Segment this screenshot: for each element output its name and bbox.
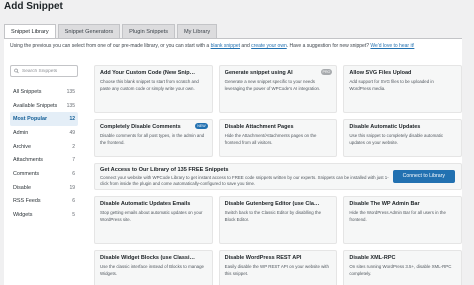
category-label: All Snippets xyxy=(13,88,42,95)
snippet-row: Add Your Custom Code (New Snippet) Choose… xyxy=(94,65,463,113)
tab-plugin-snippets[interactable]: Plugin Snippets xyxy=(122,24,176,38)
category-label: RSS Feeds xyxy=(13,198,41,205)
category-label: Attachments xyxy=(13,157,43,164)
category-item[interactable]: Comments 6 xyxy=(10,167,78,181)
category-count: 5 xyxy=(72,212,75,219)
connect-to-library-button[interactable]: Connect to Library xyxy=(392,170,455,183)
category-count: 7 xyxy=(72,157,75,164)
snippet-description: Add support for SVG files to be uploaded… xyxy=(349,79,434,91)
category-count: 6 xyxy=(72,198,75,205)
snippet-title: Generate snippet using AI xyxy=(224,70,293,76)
snippet-card[interactable]: Disable Attachment Pages Hide the Attachm… xyxy=(218,119,338,157)
snippet-card[interactable]: Disable Gutenberg Editor (use Classic E.… xyxy=(218,196,338,244)
snippet-card[interactable]: Generate snippet using AI Generate a new … xyxy=(218,65,338,113)
snippet-title: Disable Gutenberg Editor (use Classic E.… xyxy=(224,201,332,207)
category-label: Widgets xyxy=(13,212,33,219)
promo-description: Connect your website with WPCode Library… xyxy=(100,175,389,187)
search-input[interactable] xyxy=(22,68,74,74)
category-count: 19 xyxy=(69,184,75,191)
intro-text: Using the previous you can select from o… xyxy=(10,43,414,49)
category-item[interactable]: Admin 49 xyxy=(10,126,78,140)
tab-my-library[interactable]: My Library xyxy=(177,24,218,38)
snippet-title: Disable XML-RPC xyxy=(349,255,396,261)
snippet-description: Use the classic interface instead of Blo… xyxy=(100,264,204,276)
snippet-title: Completely Disable Comments xyxy=(100,124,181,130)
intro-part1: Using the previous you can select from o… xyxy=(10,43,210,49)
snippet-badge: PRO xyxy=(320,69,333,75)
category-count: 49 xyxy=(69,129,75,136)
page-title: Add Snippet xyxy=(4,1,63,12)
category-count: 12 xyxy=(69,116,75,123)
snippet-title: Disable Automatic Updates Emails xyxy=(100,201,191,207)
snippet-title: Allow SVG Files Upload xyxy=(349,70,412,76)
intro-part2: and xyxy=(241,43,250,49)
category-label: Archive xyxy=(13,143,31,150)
category-item[interactable]: RSS Feeds 6 xyxy=(10,195,78,209)
snippet-card[interactable]: Add Your Custom Code (New Snippet) Choose… xyxy=(94,65,213,113)
tab-snippet-generators[interactable]: Snippet Generators xyxy=(57,24,121,38)
snippet-card[interactable]: Disable Widget Blocks (use Classic Widg.… xyxy=(94,250,213,285)
category-count: 6 xyxy=(72,170,75,177)
snippet-description: On sites running WordPress 3.5+, disable… xyxy=(349,264,452,276)
intro-part3: . Have a suggestion for new snippet? xyxy=(286,43,370,49)
category-item[interactable]: Disable 19 xyxy=(10,181,78,195)
snippet-description: Disable comments for all post types, in … xyxy=(100,133,205,145)
snippet-description: Hide the WordPress Admin Bar for all use… xyxy=(349,210,446,222)
snippet-description: Hide the Attachment/Attachments pages on… xyxy=(224,133,317,145)
snippet-title: Disable Automatic Updates xyxy=(349,124,421,130)
category-item[interactable]: All Snippets 135 xyxy=(10,85,78,99)
snippet-description: Easily disable the WP REST API on your w… xyxy=(224,264,329,276)
snippet-title: Disable WordPress REST API xyxy=(224,255,302,261)
tab-snippet-library[interactable]: Snippet Library xyxy=(4,24,56,38)
category-label: Comments xyxy=(13,170,40,177)
category-label: Available Snippets xyxy=(13,102,58,109)
category-sidebar: All Snippets 135 Available Snippets 135 Most… xyxy=(10,65,78,222)
snippet-row: Disable Automatic Updates Emails Stop get… xyxy=(94,196,463,244)
search-box xyxy=(10,65,78,77)
snippet-title: Disable Widget Blocks (use Classic Widg.… xyxy=(100,255,207,261)
category-count: 135 xyxy=(66,102,75,109)
blank-snippet-link[interactable]: blank snippet xyxy=(211,43,240,49)
library-promo: Get Access to Our Library of 135 FREE Sn… xyxy=(94,163,462,190)
snippet-library-panel: Using the previous you can select from o… xyxy=(4,38,463,285)
suggestion-link[interactable]: We'd love to hear it! xyxy=(370,43,414,49)
snippet-description: Generate a new snippet specific to your … xyxy=(224,79,321,91)
snippet-title: Disable The WP Admin Bar xyxy=(349,201,420,207)
tab-bar: Snippet Library Snippet Generators Plugi… xyxy=(4,24,218,38)
snippet-card[interactable]: Completely Disable Comments Disable comme… xyxy=(94,119,213,157)
category-label: Admin xyxy=(13,129,29,136)
snippet-row: Completely Disable Comments Disable comme… xyxy=(94,119,463,157)
category-list: All Snippets 135 Available Snippets 135 Most… xyxy=(10,85,78,222)
snippet-card[interactable]: Disable Automatic Updates Emails Stop get… xyxy=(94,196,213,244)
category-item[interactable]: Available Snippets 135 xyxy=(10,99,78,113)
snippet-badge: NEW xyxy=(195,123,208,129)
category-count: 2 xyxy=(72,143,75,150)
snippet-card[interactable]: Disable The WP Admin Bar Hide the WordPre… xyxy=(343,196,463,244)
snippet-card[interactable]: Disable Automatic Updates Use this snippe… xyxy=(343,119,463,157)
category-item[interactable]: Attachments 7 xyxy=(10,153,78,167)
snippet-description: Choose this blank snippet to start from … xyxy=(100,79,199,91)
snippet-title: Add Your Custom Code (New Snippet) xyxy=(100,70,200,76)
category-count: 135 xyxy=(66,88,75,95)
snippet-description: Stop getting emails about automatic upda… xyxy=(100,210,203,222)
snippet-card[interactable]: Disable XML-RPC On sites running WordPres… xyxy=(343,250,463,285)
category-item[interactable]: Widgets 5 xyxy=(10,208,78,222)
snippet-title: Disable Attachment Pages xyxy=(224,124,294,130)
snippet-grid: Add Your Custom Code (New Snippet) Choose… xyxy=(94,65,463,285)
category-item[interactable]: Most Popular 12 xyxy=(10,112,78,127)
category-label: Most Popular xyxy=(13,116,48,123)
snippet-description: Use this snippet to completely disable a… xyxy=(349,133,444,145)
category-item[interactable]: Archive 2 xyxy=(10,140,78,154)
snippet-card[interactable]: Allow SVG Files Upload Add support for SV… xyxy=(343,65,463,113)
snippet-row: Disable Widget Blocks (use Classic Widg.… xyxy=(94,250,463,285)
search-icon xyxy=(14,68,19,74)
create-your-own-link[interactable]: create your own xyxy=(251,43,287,49)
snippet-description: Switch back to the Classic Editor by dis… xyxy=(224,210,322,222)
category-label: Disable xyxy=(13,184,31,191)
snippet-card[interactable]: Disable WordPress REST API Easily disable… xyxy=(218,250,338,285)
